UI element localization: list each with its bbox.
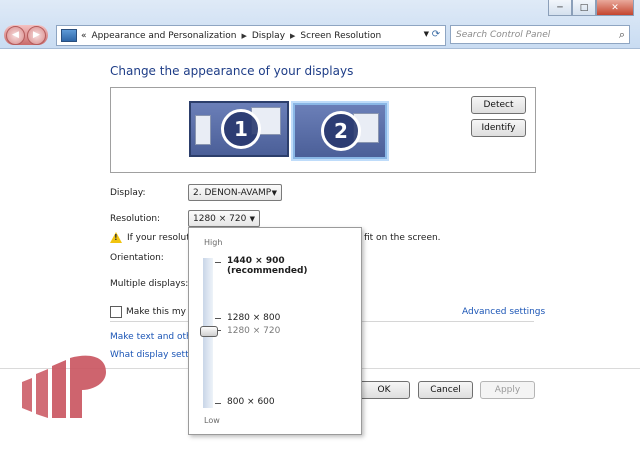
forward-button[interactable]: ▶ — [27, 25, 46, 45]
address-bar[interactable]: « Appearance and Personalization ▶ Displ… — [56, 25, 446, 46]
resolution-option[interactable]: 800 × 600 — [227, 397, 275, 407]
resolution-select[interactable]: 1280 × 720 ▼ — [188, 210, 260, 227]
monitor-2-number: 2 — [321, 111, 361, 151]
identify-button[interactable]: Identify — [471, 119, 526, 137]
search-placeholder: Search Control Panel — [456, 30, 551, 40]
display-select-value: 2. DENON-AVAMP — [193, 187, 272, 198]
orientation-label: Orientation: — [110, 253, 164, 263]
arrow-left-icon: ◀ — [12, 30, 19, 40]
back-button[interactable]: ◀ — [6, 25, 25, 45]
slider-low-label: Low — [204, 416, 220, 425]
address-overflow[interactable]: « — [81, 31, 87, 41]
apply-button[interactable]: Apply — [480, 381, 535, 399]
resolution-popup: High 1440 × 900 (recommended) 1280 × 800… — [188, 227, 362, 435]
maximize-button[interactable]: □ — [572, 0, 596, 16]
slider-tick — [215, 318, 221, 319]
breadcrumb-display[interactable]: Display — [252, 31, 285, 41]
ok-button[interactable]: OK — [358, 381, 410, 399]
search-input[interactable]: Search Control Panel ⌕ — [450, 25, 630, 44]
display-select[interactable]: 2. DENON-AVAMP ▼ — [188, 184, 282, 201]
multiple-displays-label: Multiple displays: — [110, 279, 189, 289]
control-panel-icon — [61, 29, 77, 42]
breadcrumb-screen-resolution[interactable]: Screen Resolution — [300, 31, 381, 41]
breadcrumb-appearance[interactable]: Appearance and Personalization — [92, 31, 237, 41]
breadcrumb-separator-icon[interactable]: ▶ — [290, 32, 295, 40]
refresh-icon[interactable]: ⟳ — [429, 27, 443, 41]
chevron-down-icon: ▼ — [271, 188, 277, 197]
monitor-1-number: 1 — [221, 109, 261, 149]
breadcrumb-separator-icon[interactable]: ▶ — [241, 32, 246, 40]
resolution-option[interactable]: 1440 × 900 (recommended) — [227, 256, 361, 276]
minimize-button[interactable]: ─ — [548, 0, 572, 16]
chevron-down-icon: ▼ — [249, 214, 255, 223]
resolution-option-selected[interactable]: 1280 × 720 — [227, 326, 280, 336]
nav-buttons: ◀ ▶ — [4, 25, 48, 45]
watermark-logo-icon — [22, 355, 106, 418]
main-display-checkbox[interactable] — [110, 306, 122, 318]
window-chrome: ─ □ ✕ ◀ ▶ « Appearance and Personalizati… — [0, 0, 640, 49]
display-label: Display: — [110, 188, 146, 198]
resolution-select-value: 1280 × 720 — [193, 213, 247, 224]
warning-icon — [110, 232, 122, 243]
cancel-button[interactable]: Cancel — [418, 381, 473, 399]
resolution-slider-thumb[interactable] — [200, 326, 218, 337]
arrow-right-icon: ▶ — [33, 30, 40, 40]
detect-button[interactable]: Detect — [471, 96, 526, 114]
slider-tick — [215, 262, 221, 263]
slider-tick — [215, 403, 221, 404]
search-icon[interactable]: ⌕ — [619, 28, 625, 42]
slider-high-label: High — [204, 238, 223, 247]
monitor-1[interactable]: 1 — [189, 101, 289, 157]
warning-text-end: fit on the screen. — [364, 233, 441, 243]
window-thumbnail — [195, 115, 211, 145]
monitor-preview: 1 2 Detect Identify — [110, 87, 536, 173]
monitor-2[interactable]: 2 — [293, 103, 387, 159]
advanced-settings-link[interactable]: Advanced settings — [462, 307, 545, 317]
resolution-label: Resolution: — [110, 214, 161, 224]
window-controls: ─ □ ✕ — [548, 0, 634, 16]
page-title: Change the appearance of your displays — [110, 64, 354, 78]
resolution-option[interactable]: 1280 × 800 — [227, 313, 280, 323]
close-button[interactable]: ✕ — [596, 0, 634, 16]
